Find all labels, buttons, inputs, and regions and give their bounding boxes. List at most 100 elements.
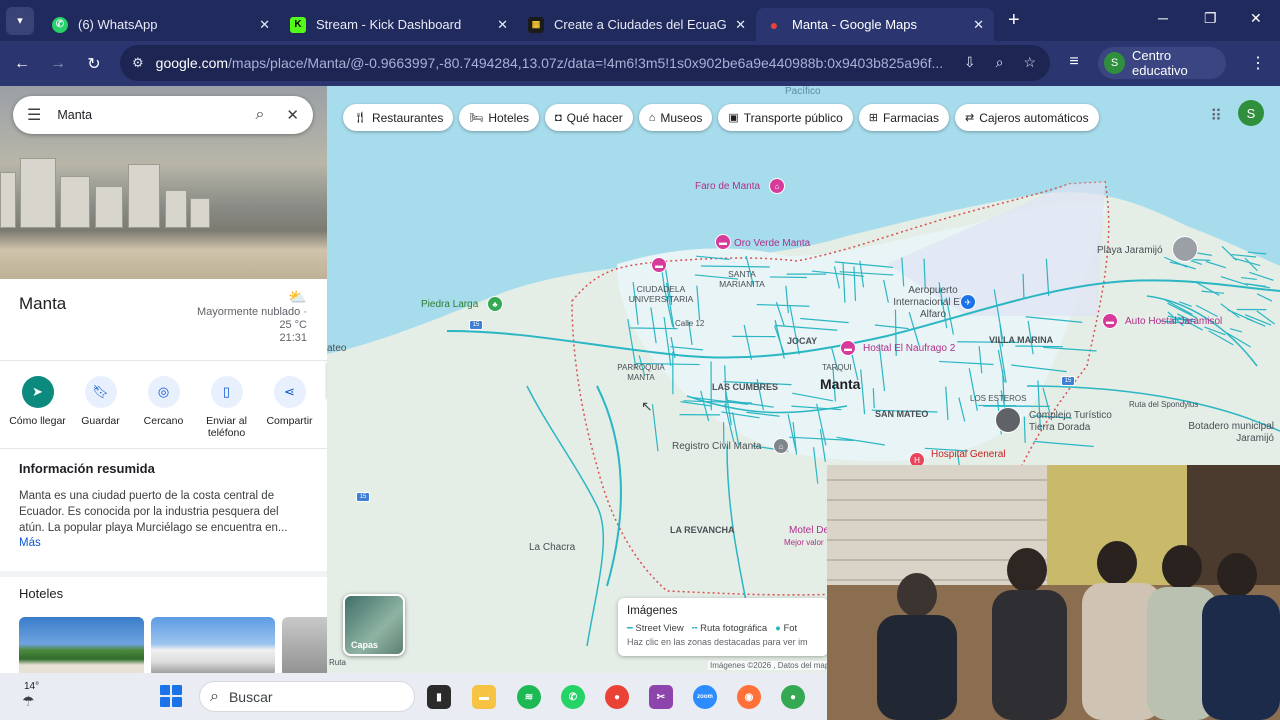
hotel-pin-icon[interactable]: ▬ [651, 257, 667, 273]
hotel-pin-icon[interactable]: ▬ [1102, 313, 1118, 329]
window-close-icon[interactable]: ✕ [1250, 10, 1262, 27]
hotel-photo[interactable] [151, 617, 275, 673]
zoom-icon[interactable]: ⌕ [996, 54, 1004, 71]
chip-museums[interactable]: ⌂ Museos [638, 104, 713, 131]
chip-label: Restaurantes [371, 110, 444, 125]
account-avatar[interactable]: S [1238, 100, 1264, 126]
chip-hotels[interactable]: 🛏︎ Hoteles [459, 104, 539, 131]
snipping-tool-icon[interactable]: ✂ [649, 685, 673, 709]
tab-strip: ▾ ✆ (6) WhatsApp ✕ K Stream - Kick Dashb… [0, 0, 1280, 41]
share-button[interactable]: ⋖ Compartir [261, 376, 319, 439]
profile-name: Centro educativo [1132, 48, 1188, 78]
search-icon[interactable]: ⌕ [255, 106, 264, 124]
media-controls-icon[interactable]: ≡ [1056, 53, 1092, 71]
spotify-icon[interactable]: ≋ [517, 685, 541, 709]
divider [0, 448, 327, 449]
chip-pharmacies[interactable]: ⊞ Farmacias [858, 104, 949, 131]
photo-pin-icon[interactable] [995, 407, 1021, 433]
map-attribution[interactable]: Imágenes ©2026 , Datos del map [708, 661, 832, 670]
partly-cloudy-icon: ⛅ [288, 289, 307, 306]
chrome-profile-icon[interactable]: ● [781, 685, 805, 709]
zoom-icon[interactable]: zoom [693, 685, 717, 709]
restore-icon[interactable]: ❐ [1204, 10, 1217, 27]
legend-street-view: Street View [635, 623, 684, 634]
tab-google-maps[interactable]: ● Manta - Google Maps ✕ [756, 8, 994, 41]
address-bar[interactable]: ⚙ google.com/maps/place/Manta/@-0.966399… [120, 45, 1050, 81]
search-box[interactable]: ☰ Manta ⌕ ✕ [13, 96, 313, 134]
hotel-photo[interactable] [282, 617, 327, 673]
google-maps-icon: ● [769, 16, 779, 33]
divider [0, 360, 327, 361]
more-link[interactable]: Más [19, 537, 41, 549]
save-button[interactable]: 🔖︎ Guardar [72, 376, 130, 439]
directions-icon: ➤ [21, 376, 54, 408]
map-label: Botadero municipal Jaramijó [1188, 421, 1274, 444]
map-label: Motel De [789, 525, 830, 536]
action-buttons: ➤ Cómo llegar 🔖︎ Guardar ◎ Cercano ▯ Env… [0, 376, 327, 439]
file-explorer-icon[interactable]: ▬ [472, 685, 496, 709]
weather-widget: ⛅ Mayormente nublado · 25 °C 21:31 [197, 289, 307, 345]
taskbar-search-placeholder: Buscar [228, 688, 273, 705]
close-icon[interactable]: ✕ [497, 17, 508, 33]
layers-button[interactable]: Capas [343, 594, 405, 656]
action-label: Enviar al teléfono [206, 415, 247, 439]
forward-icon[interactable]: → [40, 55, 76, 73]
firefox-icon[interactable]: ◉ [737, 685, 761, 709]
new-tab-button[interactable]: + [1008, 9, 1020, 32]
profile-button[interactable]: S Centro educativo [1098, 47, 1226, 79]
airport-pin-icon[interactable]: ✈ [960, 294, 976, 310]
apps-grid-icon[interactable]: ⠿ [1210, 106, 1222, 126]
reload-icon[interactable]: ↻ [76, 54, 112, 74]
whatsapp-icon[interactable]: ✆ [561, 685, 585, 709]
send-to-phone-button[interactable]: ▯ Enviar al teléfono [198, 376, 256, 439]
task-view-icon[interactable]: ▮ [427, 685, 451, 709]
imagery-legend-card[interactable]: Imágenes ━ Street View ╍ Ruta fotográfic… [618, 598, 828, 656]
action-label: Cómo llegar [9, 415, 66, 427]
install-app-icon[interactable]: ⇩ [964, 54, 976, 71]
clear-search-icon[interactable]: ✕ [286, 106, 299, 124]
weather-temp: 14° [24, 681, 40, 692]
directions-button[interactable]: ➤ Cómo llegar [9, 376, 67, 439]
chip-transit[interactable]: ▣ Transporte público [718, 104, 853, 131]
map-label: TARQUI [822, 363, 852, 372]
chip-things-to-do[interactable]: ◘ Qué hacer [545, 104, 633, 131]
hotels-heading: Hoteles [19, 586, 64, 601]
webcam-feed [827, 465, 1280, 720]
camera-icon: ◘ [555, 111, 562, 124]
hotel-pin-icon[interactable]: ▬ [840, 340, 856, 356]
chip-label: Transporte público [743, 110, 843, 125]
close-icon[interactable]: ✕ [735, 17, 746, 33]
hotel-pin-icon[interactable]: ▬ [715, 234, 731, 250]
close-icon[interactable]: ✕ [259, 17, 270, 33]
bookmark-star-icon[interactable]: ☆ [1023, 54, 1036, 71]
tab-create[interactable]: ▦ Create a Ciudades del EcuaGOD ✕ [518, 8, 756, 41]
start-button[interactable] [160, 685, 182, 707]
webcam-overlay [827, 465, 1280, 720]
park-pin-icon[interactable]: ♣ [487, 296, 503, 312]
government-pin-icon[interactable]: ⌂ [773, 438, 789, 454]
hotel-photo[interactable] [19, 617, 144, 673]
back-icon[interactable]: ← [4, 55, 40, 73]
chip-atms[interactable]: ⇄ Cajeros automáticos [954, 104, 1099, 131]
tab-search-button[interactable]: ▾ [6, 6, 34, 35]
tab-kick[interactable]: K Stream - Kick Dashboard ✕ [280, 8, 518, 41]
close-icon[interactable]: ✕ [973, 17, 984, 33]
landmark-pin-icon[interactable]: ⌂ [769, 178, 785, 194]
tab-whatsapp[interactable]: ✆ (6) WhatsApp ✕ [42, 8, 280, 41]
place-panel: ☰ Manta ⌕ ✕ Manta ⛅ Mayormente nublado ·… [0, 86, 327, 673]
nearby-button[interactable]: ◎ Cercano [135, 376, 193, 439]
map-label: LOS ESTEROS [970, 394, 1027, 403]
kebab-menu-icon[interactable]: ⋮ [1240, 53, 1276, 73]
map-label: LAS CUMBRES [712, 382, 779, 392]
chrome-icon[interactable]: ● [605, 685, 629, 709]
windows-taskbar: 14° ☂ ⌕ Buscar ▮ ▬ ≋ ✆ ● ✂ zoom ◉ ● [0, 673, 827, 720]
taskbar-weather[interactable]: 14° [24, 681, 39, 692]
search-input[interactable]: Manta [57, 108, 255, 122]
chip-restaurants[interactable]: 🍴︎ Restaurantes [343, 104, 454, 131]
photo-pin-icon[interactable] [1172, 236, 1198, 262]
menu-icon[interactable]: ☰ [27, 105, 41, 125]
minimize-icon[interactable]: ─ [1158, 10, 1168, 26]
tab-title: Create a Ciudades del EcuaGOD [554, 17, 728, 32]
taskbar-search[interactable]: ⌕ Buscar [199, 681, 415, 712]
site-info-icon[interactable]: ⚙ [132, 55, 144, 71]
